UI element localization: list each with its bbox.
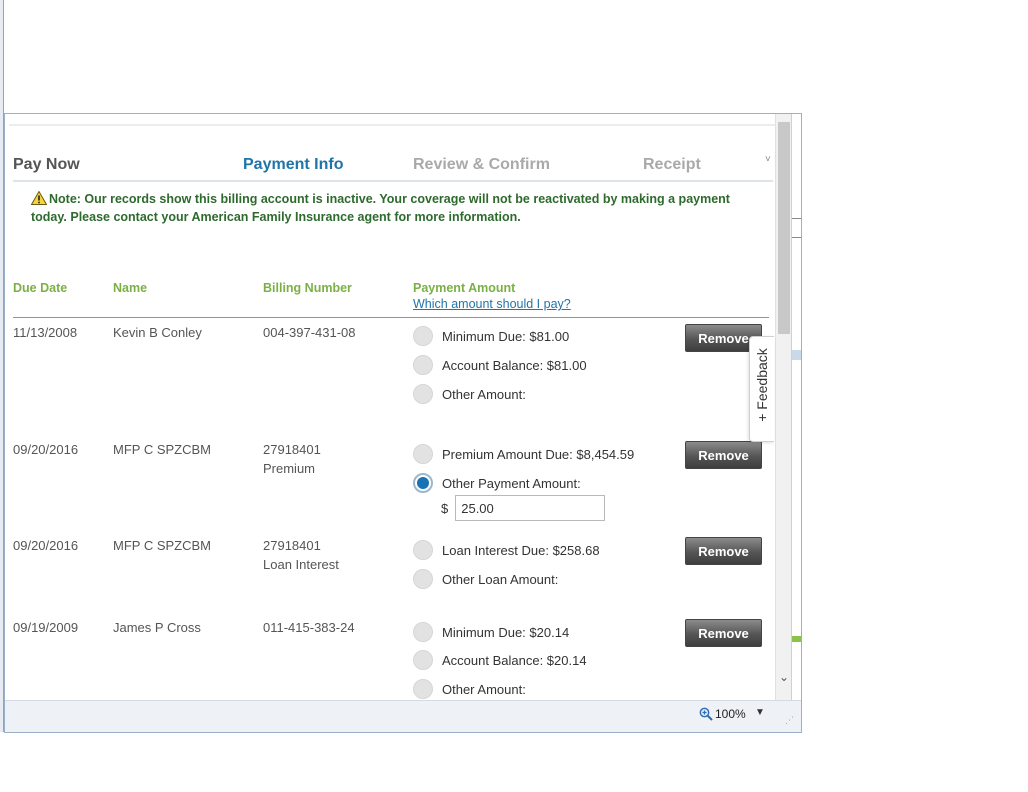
zoom-level: 100%	[715, 707, 746, 721]
radio-button-selected[interactable]	[413, 473, 433, 493]
remove-button[interactable]: Remove	[685, 441, 762, 469]
name-cell: James P Cross	[113, 620, 201, 635]
option-label: Other Loan Amount:	[442, 571, 559, 587]
step-review-confirm: Review & Confirm	[413, 156, 550, 173]
progress-steps: Pay Now Payment Info Review & Confirm Re…	[13, 154, 773, 182]
header-divider	[13, 317, 769, 318]
billing-number-cell: 27918401	[263, 442, 321, 457]
option-other-payment-amount[interactable]: Other Payment Amount:	[413, 472, 581, 494]
chevron-down-icon[interactable]: ▼	[755, 707, 765, 718]
option-label: Premium Amount Due: $8,454.59	[442, 446, 635, 462]
currency-symbol: $	[441, 500, 449, 516]
option-other-amount[interactable]: Other Amount:	[413, 383, 526, 405]
radio-button[interactable]	[413, 650, 433, 670]
option-label: Other Amount:	[442, 386, 526, 402]
header-billing-number: Billing Number	[263, 281, 352, 295]
zoom-icon	[699, 707, 713, 721]
header-name: Name	[113, 281, 148, 295]
option-premium-amount-due[interactable]: Premium Amount Due: $8,454.59	[413, 443, 634, 465]
due-date-cell: 11/13/2008	[13, 325, 78, 340]
header-shadow	[9, 114, 775, 126]
option-account-balance[interactable]: Account Balance: $81.00	[413, 354, 587, 376]
radio-button[interactable]	[413, 355, 433, 375]
background-window-edge	[791, 114, 801, 700]
chevron-down-icon: ˅	[765, 154, 771, 165]
background-fragment	[792, 218, 801, 238]
due-date-cell: 09/20/2016	[13, 538, 79, 553]
option-label: Minimum Due: $81.00	[442, 328, 570, 344]
name-cell: MFP C SPZCBM	[113, 442, 211, 457]
radio-button[interactable]	[413, 326, 433, 346]
due-date-cell: 09/20/2016	[13, 442, 79, 457]
status-bar: 100% ▼ ⋰	[5, 700, 801, 732]
billing-number-cell: 27918401	[263, 538, 321, 553]
feedback-label: + Feedback	[754, 348, 770, 422]
background-fragment	[792, 350, 801, 360]
name-cell: Kevin B Conley	[113, 325, 202, 340]
radio-button[interactable]	[413, 444, 433, 464]
resize-grip-icon[interactable]: ⋰	[785, 715, 794, 726]
payment-page: Pay Now Payment Info Review & Confirm Re…	[9, 114, 775, 700]
header-payment-amount: Payment Amount	[413, 281, 516, 295]
option-label: Other Payment Amount:	[442, 475, 581, 491]
header-due-date: Due Date	[13, 281, 68, 295]
radio-button[interactable]	[413, 679, 433, 699]
option-minimum-due[interactable]: Minimum Due: $20.14	[413, 621, 569, 643]
billing-number-cell: 004-397-431-08	[263, 325, 356, 340]
radio-button[interactable]	[413, 384, 433, 404]
feedback-tab[interactable]: + Feedback	[749, 336, 774, 442]
billing-type-cell: Premium	[263, 461, 316, 476]
radio-button[interactable]	[413, 540, 433, 560]
step-pay-now: Pay Now	[13, 156, 80, 173]
billing-type-cell: Loan Interest	[263, 557, 339, 572]
which-amount-link[interactable]: Which amount should I pay?	[413, 297, 571, 311]
background-fragment	[792, 636, 801, 642]
option-other-amount[interactable]: Other Amount:	[413, 678, 526, 700]
chevron-down-icon[interactable]: ⌄	[776, 664, 792, 690]
browser-window: Pay Now Payment Info Review & Confirm Re…	[4, 113, 802, 733]
scrollbar-thumb[interactable]	[778, 122, 790, 334]
zoom-control[interactable]: 100%	[699, 707, 746, 721]
warning-icon	[31, 191, 47, 205]
step-payment-info: Payment Info	[243, 156, 344, 173]
option-loan-interest-due[interactable]: Loan Interest Due: $258.68	[413, 539, 600, 561]
radio-button[interactable]	[413, 622, 433, 642]
due-date-cell: 09/19/2009	[13, 620, 79, 635]
option-minimum-due[interactable]: Minimum Due: $81.00	[413, 325, 569, 347]
remove-button[interactable]: Remove	[685, 537, 762, 565]
step-receipt: Receipt	[643, 156, 701, 173]
option-other-loan-amount[interactable]: Other Loan Amount:	[413, 568, 558, 590]
option-account-balance[interactable]: Account Balance: $20.14	[413, 649, 587, 671]
remove-button[interactable]: Remove	[685, 619, 762, 647]
other-amount-entry: $	[441, 495, 606, 521]
billing-number-cell: 011-415-383-24	[263, 620, 355, 635]
name-cell: MFP C SPZCBM	[113, 538, 211, 553]
option-label: Account Balance: $20.14	[442, 652, 587, 668]
vertical-scrollbar[interactable]: ⌄	[775, 114, 792, 700]
inactive-account-note: Note: Our records show this billing acco…	[31, 190, 761, 226]
option-label: Loan Interest Due: $258.68	[442, 542, 600, 558]
other-amount-input[interactable]	[455, 495, 606, 521]
option-label: Minimum Due: $20.14	[442, 624, 570, 640]
option-label: Account Balance: $81.00	[442, 357, 587, 373]
note-text: Note: Our records show this billing acco…	[31, 192, 730, 224]
radio-button[interactable]	[413, 569, 433, 589]
option-label: Other Amount:	[442, 681, 526, 697]
